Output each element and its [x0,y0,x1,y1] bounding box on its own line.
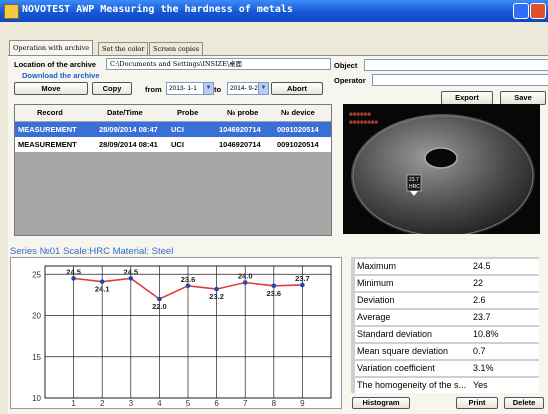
tab-screen-copies[interactable]: Screen copies [149,42,204,55]
data-label: 24.1 [95,285,110,294]
sample-disk-image: ■■■■■■ ■■■■■■■■ 23.7 HRC [343,104,540,234]
y-tick-label: 10 [32,394,41,403]
from-label: from [145,85,162,94]
statistics-table: Maximum 24.5 Minimum 22 Deviation 2.6 Avera… [351,257,539,393]
column-header[interactable]: Probe [177,108,198,117]
data-point [242,280,248,285]
column-header[interactable]: Record [37,108,63,117]
location-field[interactable]: C:\Documents and Settings\INSIZE\桌面 [106,58,331,70]
copy-button[interactable]: Copy [92,82,132,95]
operator-field[interactable] [372,74,548,86]
title-bar: NOVOTEST AWP Measuring the hardness of m… [0,0,548,22]
app-icon [4,4,19,19]
data-label: 24.0 [238,272,253,281]
series-label: Series №01 Scale:HRC Material: Steel [10,246,174,257]
data-point [128,276,134,281]
stat-row-homogeneity: The homogeneity of the s... Yes [351,378,539,393]
data-point [71,276,76,281]
delete-button[interactable]: Delete [504,397,544,409]
export-button[interactable]: Export [441,91,493,105]
column-header[interactable]: № device [281,108,315,117]
column-header[interactable]: Date/Time [107,108,143,117]
window-title: NOVOTEST AWP Measuring the hardness of m… [22,4,293,15]
print-button[interactable]: Print [456,397,498,409]
x-tick-label: 4 [157,399,162,408]
location-label: Location of the archive [14,60,97,69]
save-button[interactable]: Save [500,91,546,105]
data-point [157,296,162,302]
table-row[interactable]: MEASUREMENT 28/09/2014 08:47 UCI 1046920… [15,122,331,137]
y-tick-label: 25 [32,270,41,279]
x-tick-label: 8 [272,399,277,408]
hardness-indicator-value: 23.7 [409,177,419,183]
svg-text:■■■■■■: ■■■■■■ [349,112,371,118]
histogram-button[interactable]: Histogram [352,397,410,409]
stat-row-standard-deviation: Standard deviation 10.8% [351,327,539,342]
x-tick-label: 3 [129,399,134,408]
data-point [300,282,305,288]
data-label: 24.5 [123,267,138,276]
y-tick-label: 15 [32,353,41,362]
data-label: 23.2 [209,292,224,301]
operator-label: Operator [334,76,366,85]
minimize-button[interactable] [513,3,529,19]
from-date-picker[interactable]: 2013- 1-1 ▼ [166,82,214,95]
data-label: 23.7 [295,274,310,283]
hardness-indicator-unit: HRC [409,184,420,190]
data-point [214,286,219,292]
stat-row-average: Average 23.7 [351,310,539,325]
x-tick-label: 7 [243,399,248,408]
records-table: Record Date/Time Probe № probe № device … [14,104,332,236]
svg-text:■■■■■■■■: ■■■■■■■■ [349,120,378,126]
chevron-down-icon[interactable]: ▼ [258,83,268,94]
table-row[interactable]: MEASUREMENT 28/09/2014 08:41 UCI 1046920… [15,137,331,152]
stat-row-variation-coefficient: Variation coefficient 3.1% [351,361,539,376]
x-tick-label: 9 [300,399,305,408]
sample-photo: ■■■■■■ ■■■■■■■■ 23.7 HRC [343,104,540,234]
chart-svg: 1 2 3 4 5 6 7 8 9 10 15 20 25 24.5 24.1 24.5 22.0 23.6 23.… [32,265,332,408]
stat-row-maximum: Maximum 24.5 [351,259,539,274]
object-field[interactable] [364,59,548,71]
data-point [99,279,105,284]
tab-set-the-color[interactable]: Set the color [98,42,149,55]
abort-button[interactable]: Abort [271,82,323,95]
close-button[interactable] [530,3,546,19]
data-label: 23.6 [181,275,196,284]
stat-row-deviation: Deviation 2.6 [351,293,539,308]
x-tick-label: 2 [100,399,105,408]
to-date-picker[interactable]: 2014- 9-2 ▼ [227,82,269,95]
column-header[interactable]: № probe [227,108,258,117]
object-label: Object [334,61,358,70]
data-label: 22.0 [152,302,167,311]
x-tick-label: 6 [214,399,219,408]
move-button[interactable]: Move [14,82,88,95]
hardness-chart: 1 2 3 4 5 6 7 8 9 10 15 20 25 24.5 24.1 24.5 22.0 23.6 23.… [10,257,342,409]
stat-row-mean-square-deviation: Mean square deviation 0.7 [351,344,539,359]
y-tick-label: 20 [32,312,41,321]
data-point [271,283,277,289]
download-archive-link[interactable]: Download the archive [22,71,100,80]
x-tick-label: 1 [71,399,76,408]
chevron-down-icon[interactable]: ▼ [203,83,213,94]
data-label: 24.5 [66,267,81,276]
tab-operation-with-archive[interactable]: Operation with archive [9,40,94,55]
stat-row-minimum: Minimum 22 [351,276,539,291]
data-label: 23.6 [266,289,281,298]
data-point [185,283,191,289]
table-header: Record Date/Time Probe № probe № device [15,105,331,121]
x-tick-label: 5 [186,399,191,408]
to-label: to [214,85,222,94]
